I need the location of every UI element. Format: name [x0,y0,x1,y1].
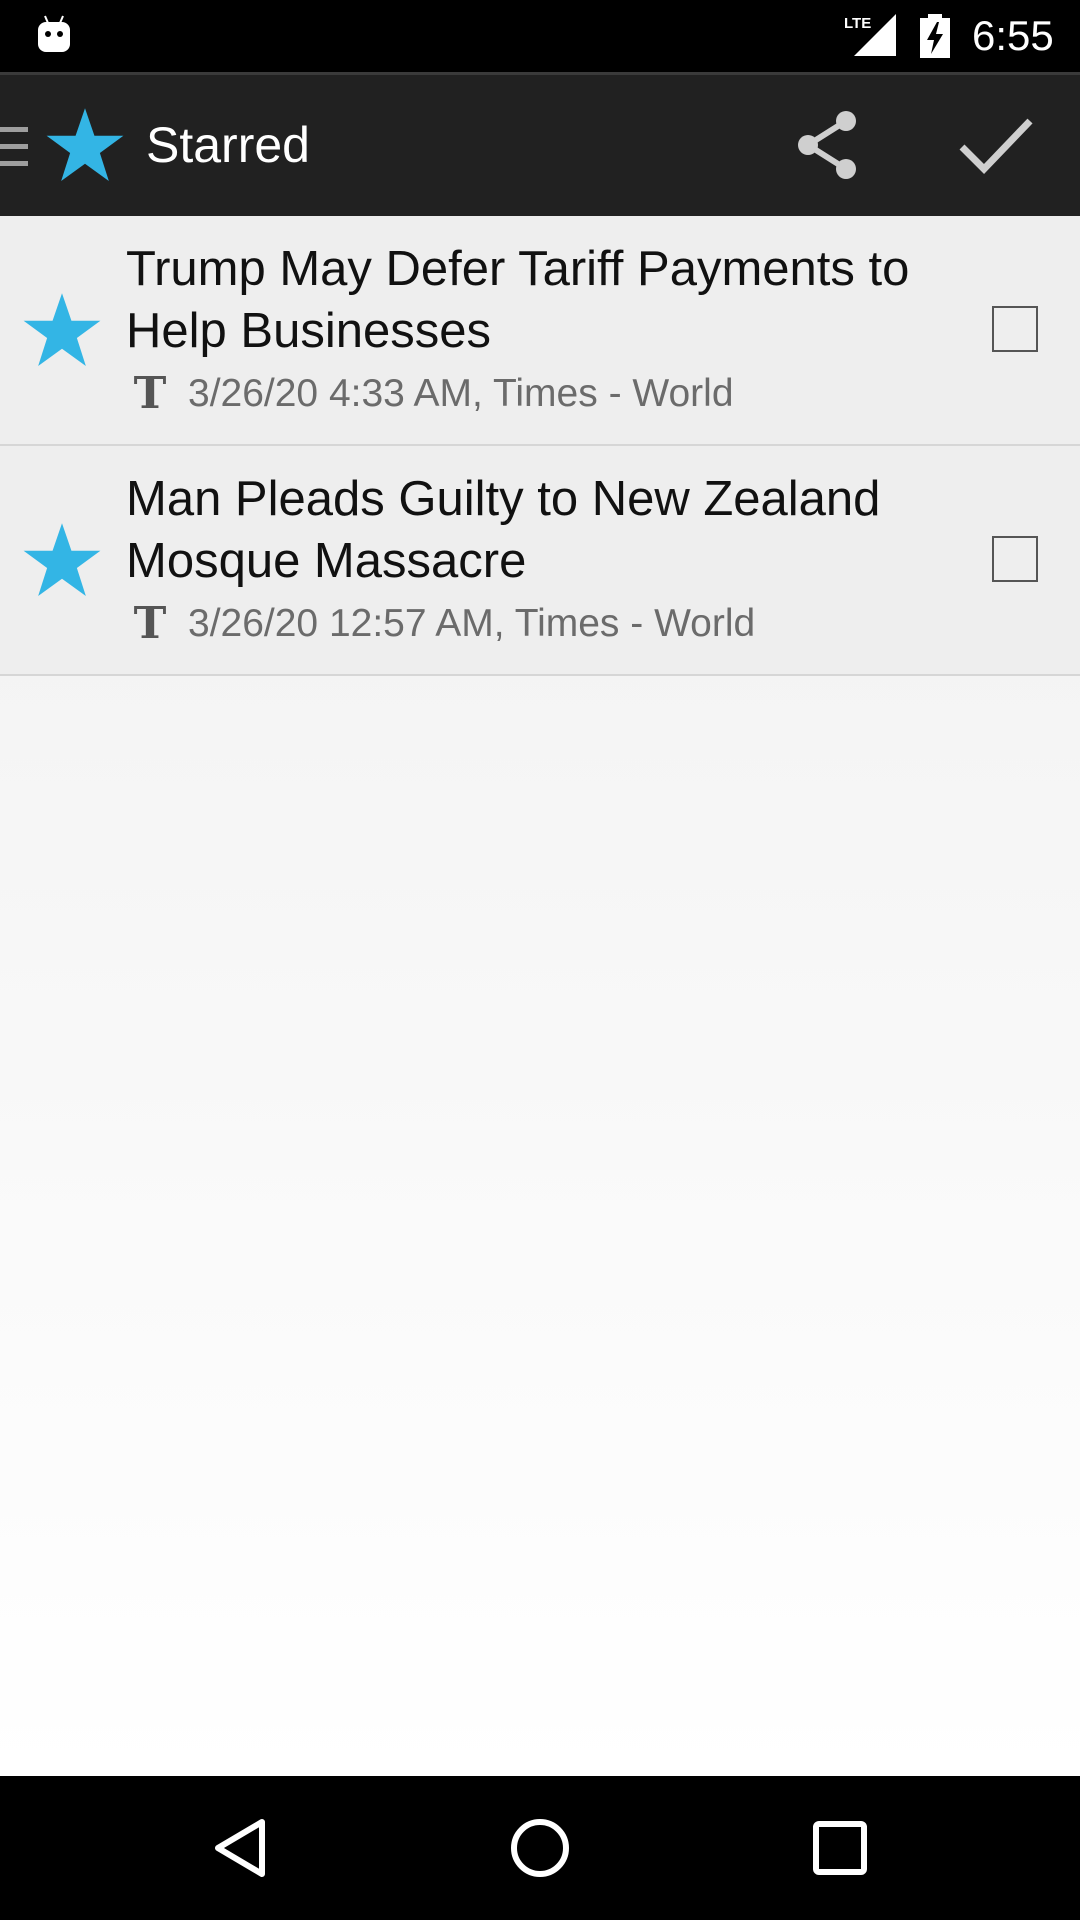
share-button[interactable] [778,93,878,197]
screen: LTE 6:55 Starred Trump May Defer Tariff … [0,0,1080,1920]
status-clock: 6:55 [972,12,1054,59]
article-meta: T 3/26/20 12:57 AM, Times - World [130,598,756,649]
svg-text:LTE: LTE [844,15,871,32]
navigation-bar [0,1776,1080,1920]
battery-charging-icon [920,14,950,58]
article-date-source: 3/26/20 12:57 AM, Times - World [188,602,756,645]
check-all-button[interactable] [940,93,1052,197]
nyt-logo-icon: T [133,368,167,419]
recents-button[interactable] [780,1798,900,1898]
star-icon[interactable] [22,290,102,370]
lte-signal-icon: LTE [844,14,896,56]
page-title: Starred [146,117,310,173]
article-headline[interactable]: Man Pleads Guilty to New Zealand Mosque … [126,468,956,592]
article-date-source: 3/26/20 4:33 AM, Times - World [188,372,734,415]
recents-icon [813,1821,867,1875]
share-icon [798,111,856,179]
list-item[interactable]: Trump May Defer Tariff Payments to Help … [0,216,1080,446]
list-item[interactable]: Man Pleads Guilty to New Zealand Mosque … [0,446,1080,676]
article-checkbox[interactable] [992,536,1038,582]
nyt-logo-icon: T [133,598,167,649]
article-list: Trump May Defer Tariff Payments to Help … [0,216,1080,676]
menu-icon[interactable] [0,125,30,169]
home-button[interactable] [480,1798,600,1898]
article-checkbox[interactable] [992,306,1038,352]
android-notification-icon [38,15,70,52]
article-headline[interactable]: Trump May Defer Tariff Payments to Help … [126,238,956,362]
star-icon[interactable] [22,520,102,600]
back-button[interactable] [180,1798,300,1898]
action-bar: Starred [0,72,1080,216]
star-icon[interactable] [44,105,126,185]
back-icon [215,1819,265,1877]
check-icon [959,118,1033,175]
status-bar: LTE 6:55 [0,0,1080,72]
home-icon [511,1819,569,1877]
article-meta: T 3/26/20 4:33 AM, Times - World [130,370,734,418]
